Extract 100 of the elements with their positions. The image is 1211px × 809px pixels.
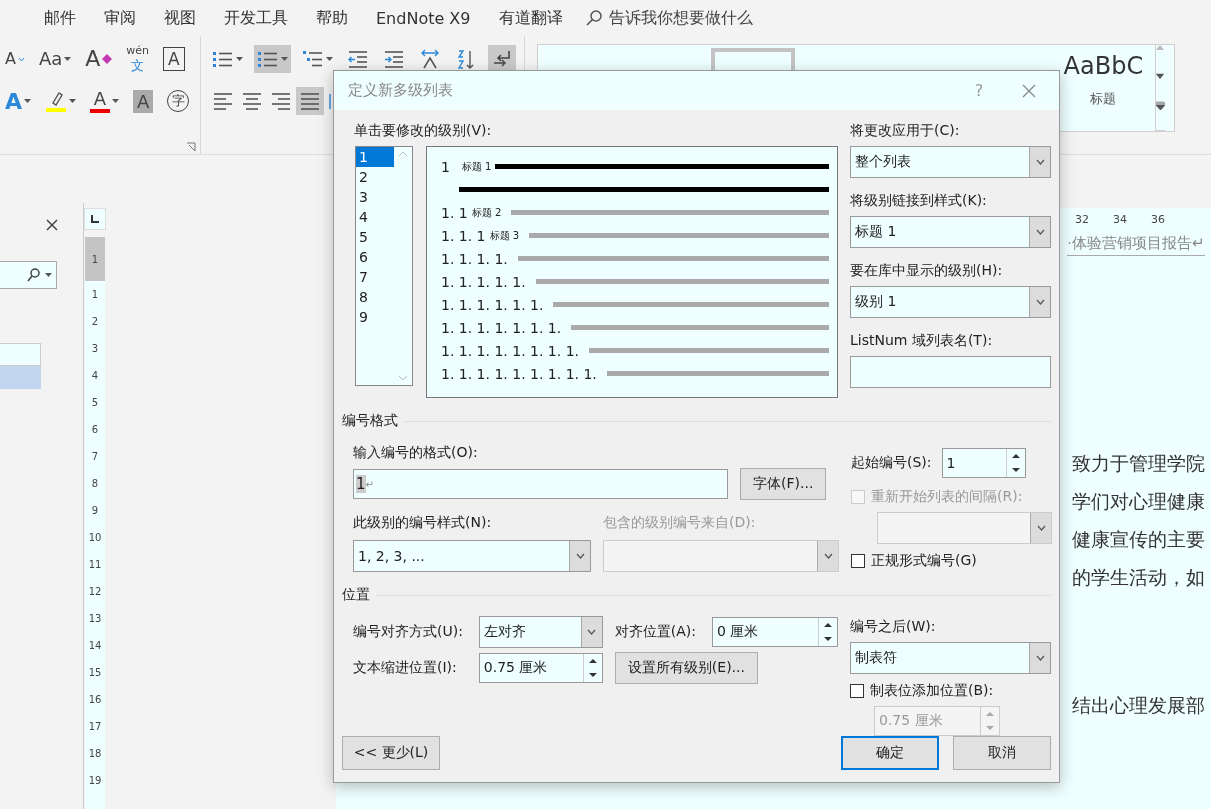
style-sample: AaBbC xyxy=(1063,52,1144,80)
caret-icon xyxy=(24,99,32,103)
ruler-label: 14 xyxy=(88,639,102,653)
more-icon[interactable] xyxy=(1156,102,1166,131)
preview-number: 1. 1. 1. 1. 1. 1. 1. xyxy=(441,319,562,336)
clear-format-button[interactable]: A xyxy=(82,45,116,73)
level-item[interactable]: 5 xyxy=(356,227,394,247)
dialog-title: 定义新多级列表 xyxy=(348,81,453,100)
level-item[interactable]: 6 xyxy=(356,247,394,267)
level-item[interactable]: 4 xyxy=(356,207,394,227)
section-heading: 位置 xyxy=(342,586,370,604)
ruler-label: 4 xyxy=(91,369,99,383)
font-button[interactable]: 字体(F)... xyxy=(740,468,827,500)
marks-button[interactable] xyxy=(488,45,517,73)
checkbox-label: 重新开始列表的间隔(R): xyxy=(871,488,1023,506)
dialog-launcher-icon[interactable] xyxy=(186,142,197,152)
less-button[interactable]: << 更少(L) xyxy=(342,736,440,770)
ruler-label: 5 xyxy=(91,396,99,410)
caret-icon xyxy=(64,57,72,61)
level-item[interactable]: 2 xyxy=(356,167,394,187)
search-icon xyxy=(584,9,603,27)
search-field[interactable] xyxy=(0,261,57,289)
aligned-at-spinner[interactable]: 0 厘米 xyxy=(712,617,838,647)
level-item[interactable]: 9 xyxy=(356,307,394,327)
level-list[interactable]: 1 2 3 4 5 6 7 8 9 xyxy=(355,146,413,386)
link-style-dropdown[interactable]: 标题 1 xyxy=(850,216,1051,248)
input-field[interactable]: 1↵ xyxy=(353,469,728,499)
caret-icon xyxy=(45,273,52,277)
menu-tab[interactable]: 视图 xyxy=(150,7,210,29)
numbering-button[interactable] xyxy=(254,45,292,73)
ruler-label: 32 xyxy=(1075,212,1089,226)
tell-me-field[interactable]: 告诉我你想要做什么 xyxy=(608,7,753,29)
phonetic-guide-button[interactable]: wén 文 xyxy=(123,45,153,73)
preview-number: 1. 1. 1. 1. xyxy=(441,250,508,267)
ruler-label: 9 xyxy=(91,504,99,518)
level-item[interactable]: 7 xyxy=(356,267,394,287)
page-header: ·体验营销项目报告↵ xyxy=(1067,234,1205,256)
caret-icon xyxy=(326,57,334,61)
ruler-label: 36 xyxy=(1151,212,1165,226)
body-text: 致力于管理学院 xyxy=(1072,451,1205,476)
justify-button[interactable] xyxy=(296,87,325,115)
apply-to-dropdown[interactable]: 整个列表 xyxy=(850,146,1051,178)
body-text: 学们对心理健康 xyxy=(1072,489,1205,514)
caret-icon xyxy=(236,57,244,61)
menu-tab[interactable]: 审阅 xyxy=(90,7,150,29)
preview-number: 1. 1. 1. 1. 1. 1. 1. 1. xyxy=(441,342,579,359)
number-style-dropdown[interactable]: 1, 2, 3, ... xyxy=(353,540,591,572)
field-label: 此级别的编号样式(N): xyxy=(353,514,493,532)
alignment-dropdown[interactable]: 左对齐 xyxy=(478,616,603,648)
shrink-font-button[interactable]: A xyxy=(2,45,28,73)
ruler-label: 2 xyxy=(91,315,99,329)
field-label: 输入编号的格式(O): xyxy=(353,444,479,462)
field-label: 起始编号(S): xyxy=(851,454,932,472)
field-label: ListNum 域列表名(T): xyxy=(850,332,994,350)
level-item[interactable]: 1 xyxy=(356,147,394,167)
close-icon[interactable] xyxy=(46,219,58,231)
indent-at-spinner[interactable]: 0.75 厘米 xyxy=(478,653,603,683)
input-field[interactable] xyxy=(850,356,1051,388)
tab-selector[interactable] xyxy=(84,208,106,230)
field-label: 对齐位置(A): xyxy=(614,623,698,641)
style-caption: 标题 xyxy=(1090,90,1117,108)
checkbox-label: 制表位添加位置(B): xyxy=(870,682,994,700)
field-label: 编号对齐方式(U): xyxy=(353,623,464,641)
ruler-label: 19 xyxy=(88,774,102,788)
menu-tab[interactable]: 有道翻译 xyxy=(484,7,577,29)
menu-tab[interactable]: 帮助 xyxy=(302,7,362,29)
center-icon xyxy=(241,90,264,112)
field-label: 文本缩进位置(I): xyxy=(353,659,458,677)
menu-tab[interactable]: EndNote X9 xyxy=(362,8,485,28)
search-icon xyxy=(27,268,41,282)
cancel-button[interactable]: 取消 xyxy=(953,736,1051,770)
follow-number-dropdown[interactable]: 制表符 xyxy=(850,642,1051,674)
checkbox[interactable] xyxy=(851,554,865,568)
menu-tab[interactable]: 邮件 xyxy=(30,7,90,29)
preview-number: 1. 1. 1. 1. 1. xyxy=(441,273,526,290)
left-icon xyxy=(212,90,235,112)
body-text: 健康宣传的主要 xyxy=(1072,527,1205,552)
start-at-spinner[interactable]: 1 xyxy=(941,448,1026,478)
field-label: 要在库中显示的级别(H): xyxy=(850,262,1004,280)
ruler-label: 8 xyxy=(91,477,99,491)
gallery-level-dropdown[interactable]: 级别 1 xyxy=(850,286,1051,318)
set-all-levels-button[interactable]: 设置所有级别(E)... xyxy=(614,652,758,684)
chevron-icon xyxy=(1036,525,1046,531)
ruler-label: 16 xyxy=(88,693,102,707)
ok-button[interactable]: 确定 xyxy=(841,736,939,770)
level-item[interactable]: 3 xyxy=(356,187,394,207)
tab-stop-icon xyxy=(91,215,99,223)
field-label: 单击要修改的级别(V): xyxy=(354,122,493,140)
chevron-icon xyxy=(1035,299,1045,305)
menu-tab[interactable]: 开发工具 xyxy=(210,7,302,29)
font-color-button[interactable]: A xyxy=(87,87,123,115)
body-text: 的学生活动，如 xyxy=(1072,565,1205,590)
level-item[interactable]: 8 xyxy=(356,287,394,307)
caret-icon xyxy=(69,99,77,103)
right-icon xyxy=(270,90,293,112)
chevron-icon xyxy=(575,553,585,559)
character-border-button[interactable]: A xyxy=(160,45,188,73)
change-case-button[interactable]: Aa xyxy=(35,45,75,73)
restart-dropdown[interactable] xyxy=(877,512,1052,544)
ruler-label: 11 xyxy=(88,558,102,572)
